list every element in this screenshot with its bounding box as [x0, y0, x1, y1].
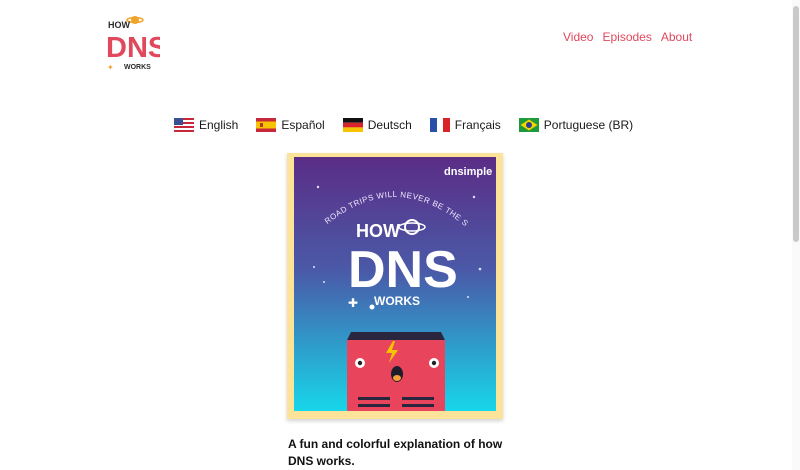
lang-francais[interactable]: Français — [429, 118, 501, 132]
lang-label: Français — [454, 118, 501, 132]
nav-about[interactable]: About — [661, 30, 692, 44]
description: A fun and colorful explanation of how DN… — [288, 436, 508, 470]
lang-english[interactable]: English — [174, 118, 238, 132]
nav-episodes[interactable]: Episodes — [602, 30, 651, 44]
cover-image[interactable]: dnsimple ROAD TRIPS WILL NEVER BE THE SA… — [287, 153, 503, 419]
cover-title-how: HOW — [356, 221, 400, 241]
description-line-1: A fun and colorful explanation of how — [288, 437, 503, 451]
robot-character — [347, 332, 445, 411]
logo-how: HOW — [108, 20, 131, 30]
logo-works: WORKS — [124, 64, 151, 71]
lang-deutsch[interactable]: Deutsch — [342, 118, 412, 132]
scrollbar-thumb[interactable] — [793, 6, 799, 242]
spain-flag-icon — [256, 118, 277, 132]
logo-sparkle-icon: ✦ — [107, 63, 114, 72]
lang-label: Deutsch — [367, 118, 412, 132]
lang-portuguese-br[interactable]: Portuguese (BR) — [518, 118, 634, 132]
lang-espanol[interactable]: Español — [256, 118, 325, 132]
cover-title-dns: DNS — [348, 241, 458, 299]
top-nav: Video Episodes About — [563, 30, 692, 44]
nav-video[interactable]: Video — [563, 30, 593, 44]
scrollbar[interactable] — [792, 0, 800, 470]
cover-sparkle-icon: ✚ — [348, 296, 358, 310]
us-flag-icon — [174, 118, 194, 132]
lang-label: Portuguese (BR) — [543, 118, 634, 132]
language-selector: English Español Deutsch Français Portugu… — [174, 118, 651, 132]
description-line-2: DNS works. — [288, 454, 355, 468]
lang-label: English — [199, 118, 239, 132]
lang-label: Español — [281, 118, 325, 132]
cover-artwork: dnsimple ROAD TRIPS WILL NEVER BE THE SA… — [294, 157, 496, 411]
france-flag-icon — [429, 118, 450, 132]
logo-planet-body — [131, 16, 139, 24]
logo-dns: DNS — [106, 32, 160, 64]
cover-title-works: WORKS — [374, 294, 420, 308]
how-dns-works-logo[interactable]: HOW DNS WORKS ✦ — [104, 14, 160, 72]
cover-brand: dnsimple — [444, 166, 492, 178]
germany-flag-icon — [342, 118, 363, 132]
brazil-flag-icon — [518, 118, 539, 132]
